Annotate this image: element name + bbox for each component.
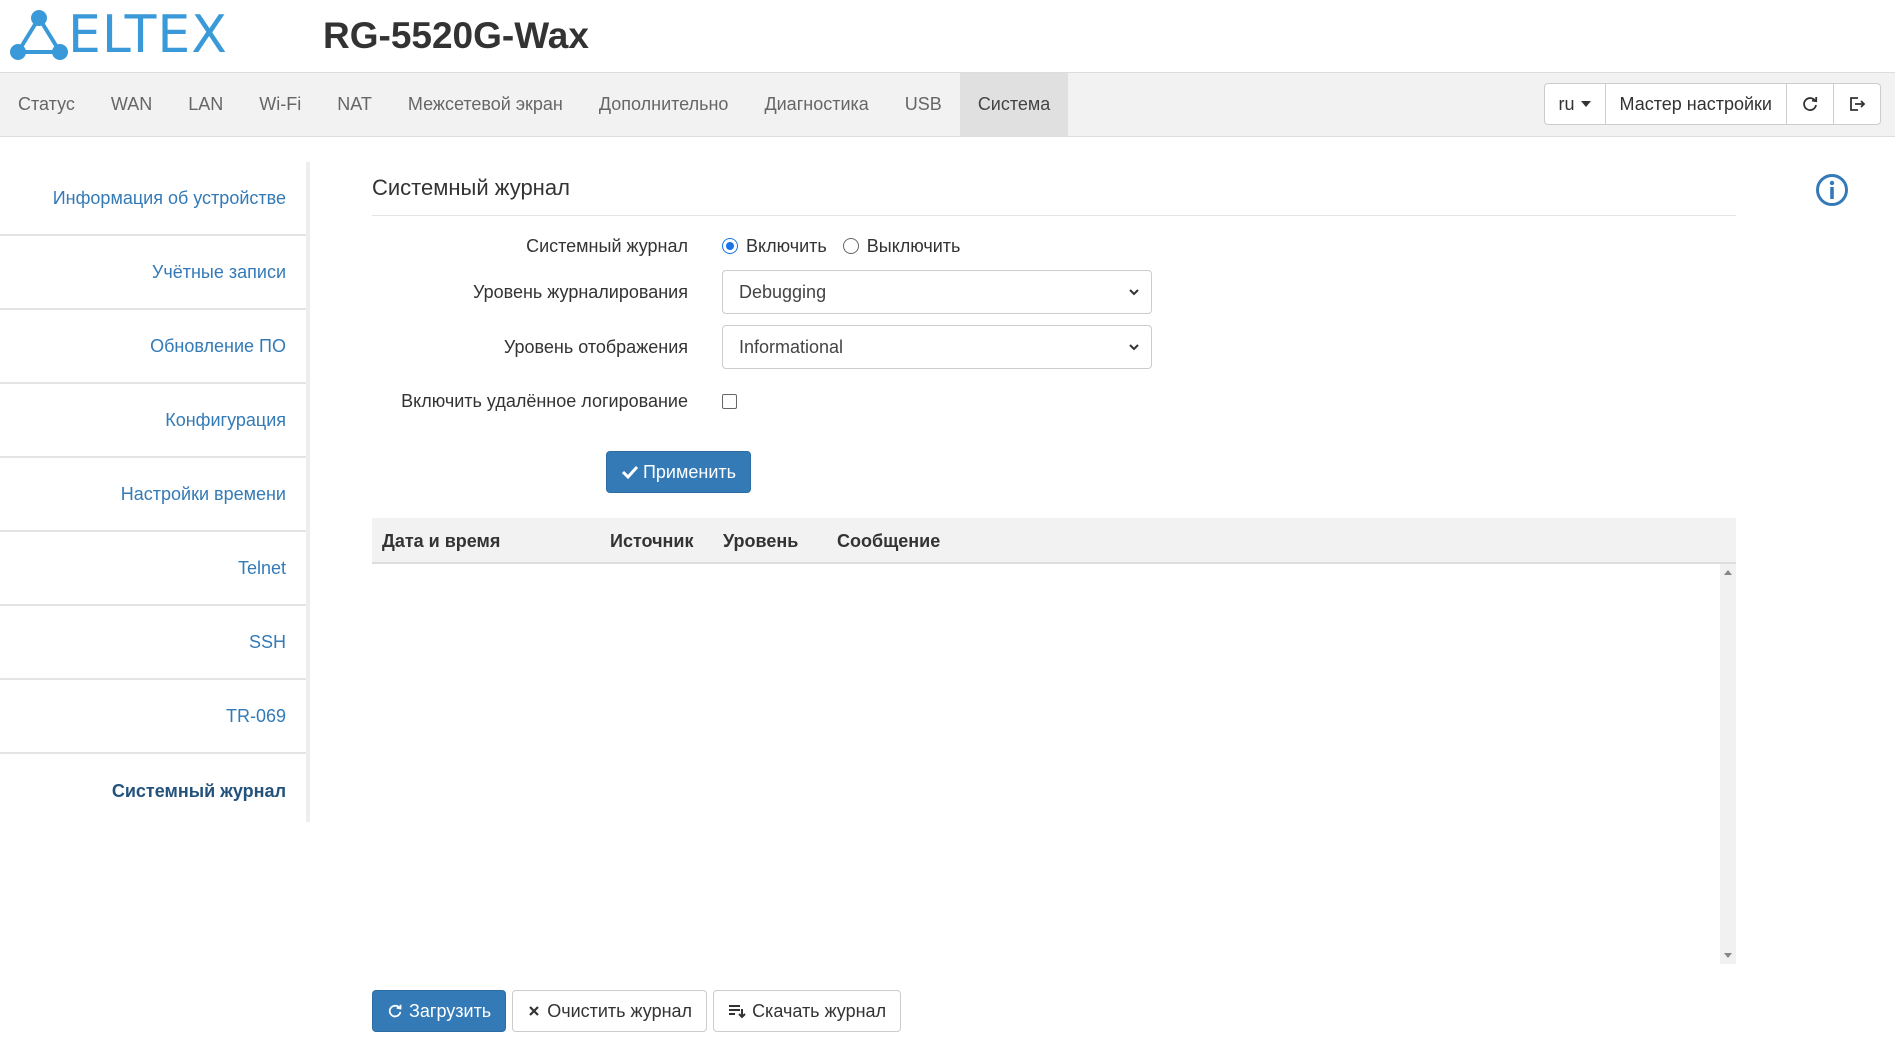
sidebar-item-accounts[interactable]: Учётные записи <box>0 236 306 310</box>
load-button[interactable]: Загрузить <box>372 990 507 1032</box>
sidebar: Информация об устройстве Учётные записи … <box>0 162 310 822</box>
display-level-label: Уровень отображения <box>503 337 688 357</box>
eltex-logo-icon <box>10 10 68 60</box>
column-datetime[interactable]: Дата и время <box>382 518 500 564</box>
disable-radio-label[interactable]: Выключить <box>867 236 961 257</box>
nav-tab-firewall[interactable]: Межсетевой экран <box>390 73 581 136</box>
sidebar-item-device-info[interactable]: Информация об устройстве <box>0 162 306 236</box>
chevron-down-icon <box>1129 344 1139 351</box>
display-level-row: Уровень отображения Informational <box>372 325 1736 369</box>
sidebar-item-ssh[interactable]: SSH <box>0 606 306 680</box>
nav-tab-status[interactable]: Статус <box>0 73 93 136</box>
enable-radio[interactable] <box>722 238 738 254</box>
remote-logging-checkbox[interactable] <box>722 393 737 409</box>
log-scrollbar[interactable] <box>1720 564 1736 964</box>
nav-tab-nat[interactable]: NAT <box>319 73 390 136</box>
nav-tab-wifi[interactable]: Wi-Fi <box>241 73 319 136</box>
apply-button[interactable]: Применить <box>606 451 751 493</box>
load-button-label: Загрузить <box>409 1000 492 1021</box>
log-actions: Загрузить Очистить журнал Скачать журнал <box>372 990 907 1032</box>
page-title: Системный журнал <box>372 172 1736 216</box>
log-level-value: Debugging <box>739 281 827 302</box>
sidebar-item-system-log[interactable]: Системный журнал <box>0 754 306 828</box>
log-table-body[interactable] <box>372 564 1736 964</box>
check-icon <box>621 465 639 480</box>
download-log-label: Скачать журнал <box>752 1000 887 1021</box>
disable-radio[interactable] <box>842 238 859 254</box>
list-download-icon <box>729 1005 746 1019</box>
scroll-up-icon[interactable] <box>1724 570 1732 575</box>
sidebar-item-configuration[interactable]: Конфигурация <box>0 384 306 458</box>
nav-tabs: Статус WAN LAN Wi-Fi NAT Межсетевой экра… <box>0 73 1069 136</box>
nav-toolbar: ru Мастер настройки <box>1543 83 1881 125</box>
syslog-radio-group: Включить Выключить <box>722 224 976 268</box>
sidebar-item-time-settings[interactable]: Настройки времени <box>0 458 306 532</box>
device-title: RG-5520G-Wax <box>323 15 589 56</box>
remote-logging-label: Включить удалённое логирование <box>401 391 688 411</box>
setup-wizard-button[interactable]: Мастер настройки <box>1606 84 1787 124</box>
caret-down-icon <box>1580 101 1591 107</box>
nav-tab-wan[interactable]: WAN <box>93 73 170 136</box>
log-level-select[interactable]: Debugging <box>722 270 1152 314</box>
column-source[interactable]: Источник <box>610 518 693 564</box>
nav-tab-system[interactable]: Система <box>959 73 1069 136</box>
log-level-row: Уровень журналирования Debugging <box>372 270 1736 314</box>
nav-tab-usb[interactable]: USB <box>887 73 960 136</box>
column-level[interactable]: Уровень <box>723 518 798 564</box>
column-message[interactable]: Сообщение <box>837 518 940 564</box>
log-table-header: Дата и время Источник Уровень Сообщение <box>372 518 1736 564</box>
close-icon <box>529 1006 539 1016</box>
refresh-icon <box>388 1004 402 1018</box>
syslog-row: Системный журнал Включить Выключить <box>372 224 1736 268</box>
language-dropdown[interactable]: ru <box>1545 84 1606 124</box>
refresh-button[interactable] <box>1787 84 1834 124</box>
nav-tab-advanced[interactable]: Дополнительно <box>581 73 747 136</box>
remote-logging-row: Включить удалённое логирование <box>372 379 1736 423</box>
nav-tab-lan[interactable]: LAN <box>170 73 241 136</box>
nav-tab-diagnostics[interactable]: Диагностика <box>746 73 886 136</box>
display-level-select[interactable]: Informational <box>722 325 1152 369</box>
sidebar-item-firmware-update[interactable]: Обновление ПО <box>0 310 306 384</box>
syslog-label: Системный журнал <box>526 236 688 256</box>
header: ELTEX RG-5520G-Wax <box>0 0 1895 72</box>
refresh-icon <box>1803 97 1818 111</box>
logo-text: ELTEX <box>68 5 228 65</box>
download-log-button[interactable]: Скачать журнал <box>713 990 902 1032</box>
top-navbar: Статус WAN LAN Wi-Fi NAT Межсетевой экра… <box>0 72 1895 137</box>
sidebar-item-telnet[interactable]: Telnet <box>0 532 306 606</box>
logout-icon <box>1850 97 1866 111</box>
info-icon[interactable] <box>1815 173 1849 207</box>
clear-log-label: Очистить журнал <box>547 1000 693 1021</box>
sidebar-item-tr069[interactable]: TR-069 <box>0 680 306 754</box>
enable-radio-label[interactable]: Включить <box>746 236 827 257</box>
scroll-down-icon[interactable] <box>1724 953 1732 958</box>
clear-log-button[interactable]: Очистить журнал <box>512 990 708 1032</box>
main-content: Системный журнал Системный журнал Включи… <box>372 162 1736 411</box>
log-level-label: Уровень журналирования <box>472 282 688 302</box>
language-value: ru <box>1558 94 1575 114</box>
apply-button-label: Применить <box>642 461 736 482</box>
logout-button[interactable] <box>1834 84 1880 124</box>
chevron-down-icon <box>1129 289 1139 296</box>
display-level-value: Informational <box>739 336 844 357</box>
eltex-logo[interactable]: ELTEX <box>8 8 248 62</box>
